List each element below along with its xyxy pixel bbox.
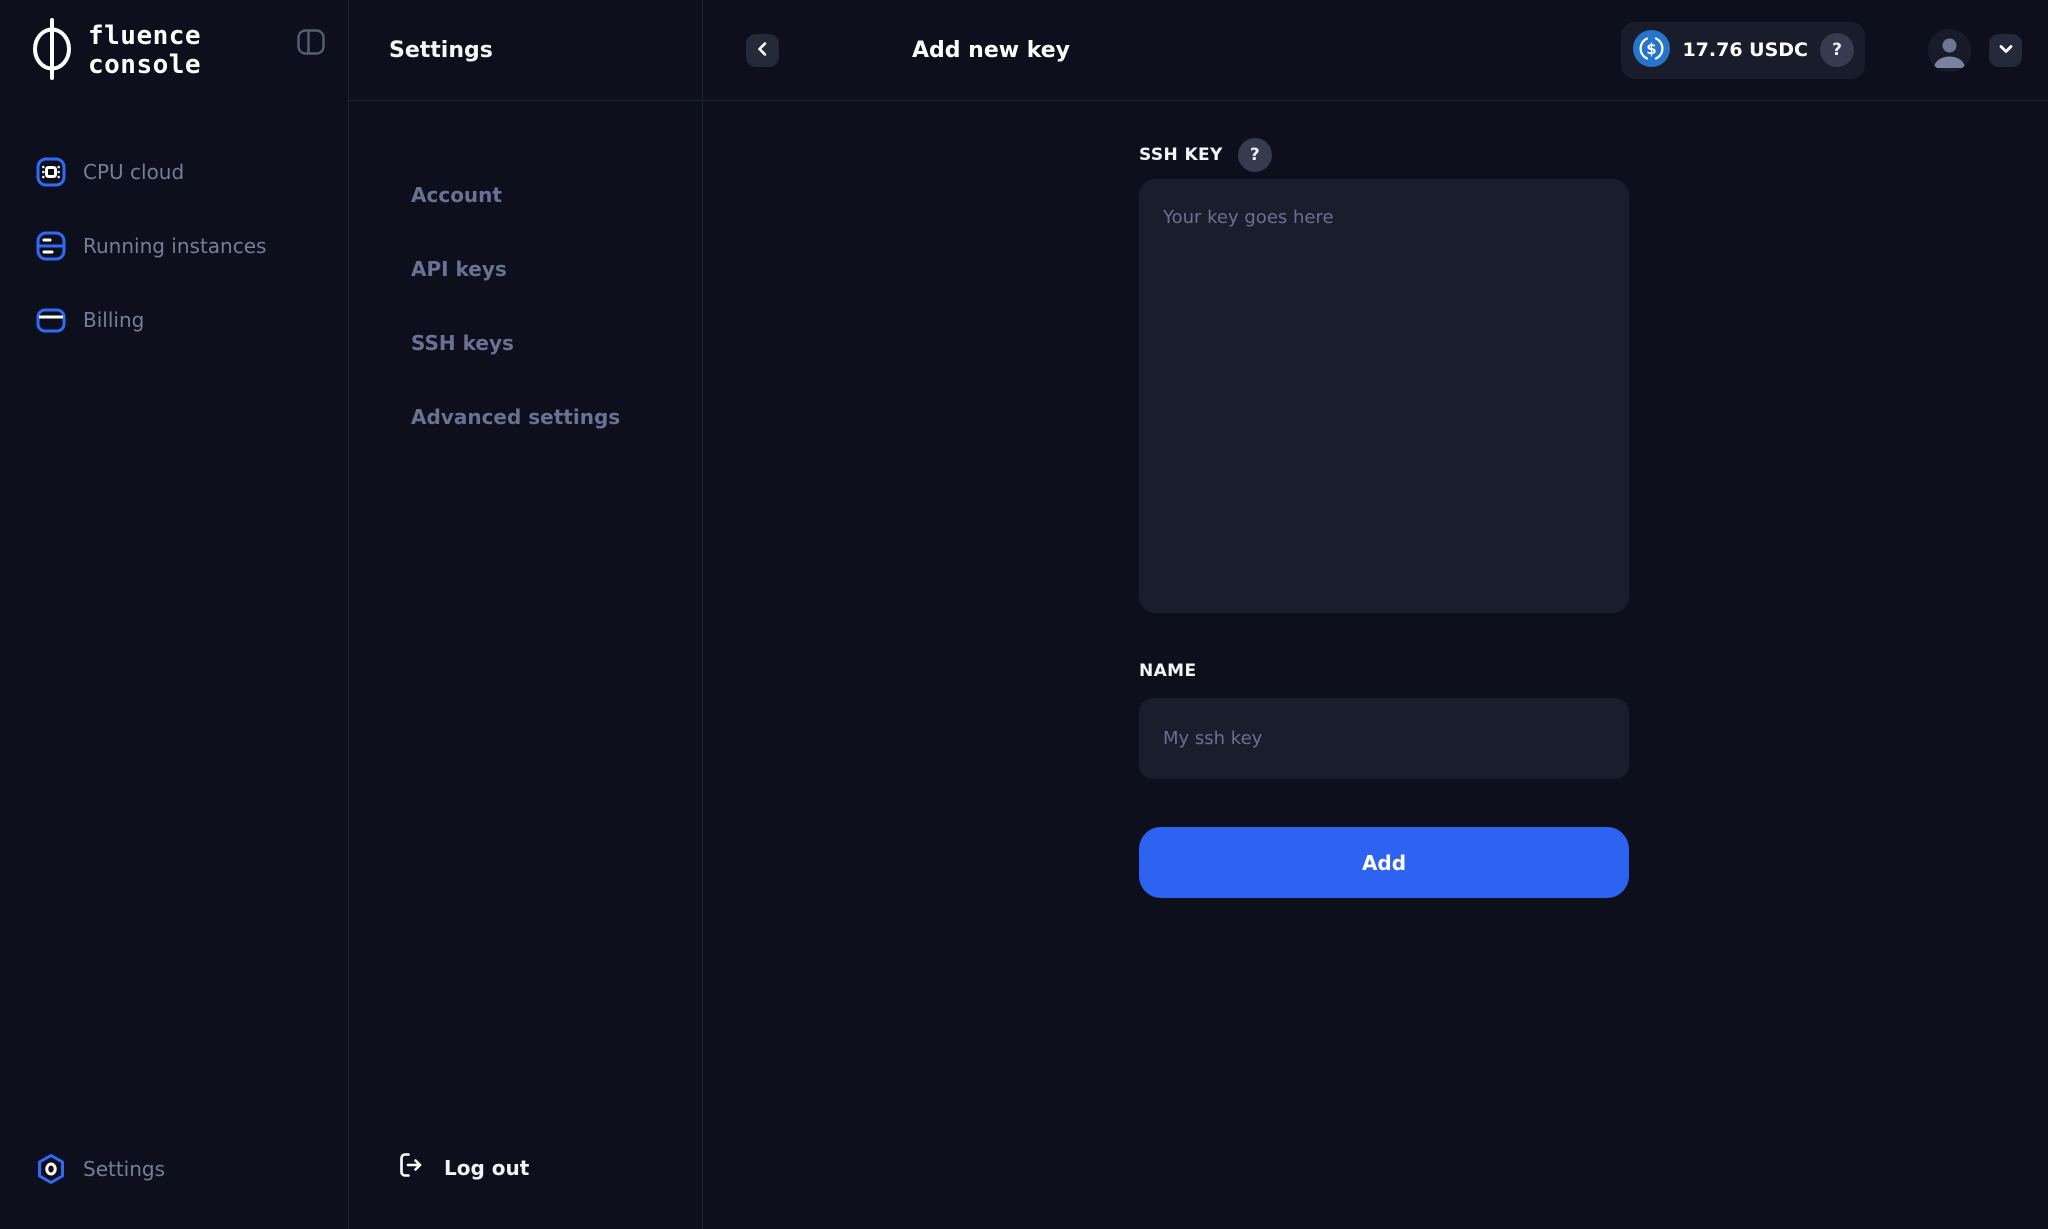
logout-icon <box>396 1150 426 1185</box>
back-button[interactable] <box>746 33 779 67</box>
credit-card-icon <box>34 303 68 337</box>
sidebar-item-billing[interactable]: Billing <box>34 303 348 337</box>
balance-help-button[interactable]: ? <box>1820 33 1854 67</box>
ssh-key-label-row: SSH KEY ? <box>1139 138 1629 172</box>
name-label: NAME <box>1139 661 1197 681</box>
chevron-left-icon <box>754 40 772 61</box>
primary-sidebar: fluence console CPU cloud Running instan… <box>0 0 349 1229</box>
svg-text:$: $ <box>1647 40 1657 58</box>
sidebar-item-cpu-cloud[interactable]: CPU cloud <box>34 155 348 189</box>
server-icon <box>34 229 68 263</box>
sidebar-item-settings[interactable]: Settings <box>36 1154 348 1184</box>
sidebar-item-label: CPU cloud <box>83 160 185 184</box>
balance-pill[interactable]: $ 17.76 USDC ? <box>1621 21 1865 79</box>
hexagon-settings-icon <box>36 1154 66 1184</box>
settings-nav-item-ssh-keys[interactable]: SSH keys <box>411 331 702 355</box>
settings-nav-item-api-keys[interactable]: API keys <box>411 257 702 281</box>
settings-nav: Account API keys SSH keys Advanced setti… <box>349 101 702 429</box>
logo-row: fluence console <box>0 0 348 96</box>
sidebar-bottom: Settings <box>0 1154 348 1229</box>
user-icon <box>1928 38 1971 72</box>
usdc-coin-icon: $ <box>1633 29 1671 71</box>
add-button[interactable]: Add <box>1139 827 1629 898</box>
sidebar-item-running-instances[interactable]: Running instances <box>34 229 348 263</box>
sidebar-collapse-button[interactable] <box>296 27 326 60</box>
add-key-form: SSH KEY ? NAME Add <box>1139 138 1629 898</box>
user-menu-button[interactable] <box>1989 33 2022 67</box>
logout-label: Log out <box>444 1155 530 1180</box>
sidebar-item-label: Running instances <box>83 234 267 258</box>
ssh-key-input[interactable] <box>1139 179 1629 613</box>
settings-panel: Settings Account API keys SSH keys Advan… <box>349 0 703 1229</box>
avatar[interactable] <box>1928 28 1971 72</box>
chevron-down-icon <box>1996 39 2016 62</box>
logo-text: fluence console <box>88 20 202 80</box>
balance-amount: 17.76 USDC <box>1682 39 1808 61</box>
ssh-key-label: SSH KEY <box>1139 145 1223 165</box>
main-header: Add new key $ 17.76 USDC ? <box>703 0 2048 101</box>
app-window: fluence console CPU cloud Running instan… <box>0 0 2048 1229</box>
cpu-icon <box>34 155 68 189</box>
main-area: Add new key $ 17.76 USDC ? SSH KEY ? You… <box>703 0 2048 1229</box>
panel-left-icon <box>296 29 326 60</box>
header-right: $ 17.76 USDC ? <box>1621 21 2022 79</box>
ssh-key-help-button[interactable]: ? <box>1237 138 1272 172</box>
settings-nav-item-advanced-settings[interactable]: Advanced settings <box>411 405 702 429</box>
page-title: Add new key <box>911 37 1071 63</box>
settings-nav-item-account[interactable]: Account <box>411 183 702 207</box>
phi-logo-icon <box>30 18 74 84</box>
settings-panel-title: Settings <box>349 0 702 101</box>
sidebar-nav: CPU cloud Running instances Billing <box>0 155 348 337</box>
sidebar-item-label: Settings <box>83 1157 166 1181</box>
fluence-logo: fluence console <box>30 18 201 84</box>
sidebar-item-label: Billing <box>83 308 145 332</box>
name-input[interactable] <box>1139 698 1629 779</box>
logout-button[interactable]: Log out <box>349 1150 702 1229</box>
